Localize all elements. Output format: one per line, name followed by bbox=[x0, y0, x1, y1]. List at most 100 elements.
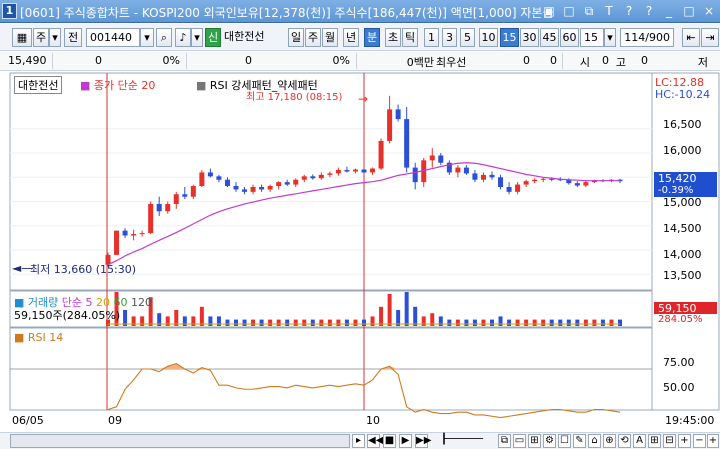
tool-icon[interactable]: ⧉ bbox=[498, 434, 511, 448]
tool-icon[interactable]: ⚙ bbox=[543, 434, 556, 448]
interval-10[interactable]: 10 bbox=[479, 28, 498, 47]
code-dropdown-icon[interactable]: ▾ bbox=[140, 28, 154, 47]
tool-icon[interactable]: ▭ bbox=[513, 434, 526, 448]
amount-value: 0백만 bbox=[406, 56, 434, 69]
quote-info-row: 15,490 0 0% 0 0% 0백만 최우선 0 0 시 0 고 0 저 bbox=[0, 52, 720, 71]
close-icon[interactable]: × bbox=[701, 3, 717, 19]
min-icon[interactable]: _ bbox=[661, 3, 677, 19]
count-input[interactable]: 114/900 bbox=[620, 28, 674, 47]
interval-5[interactable]: 5 bbox=[460, 28, 475, 47]
tab-minute[interactable]: 분 bbox=[364, 28, 380, 47]
interval-45[interactable]: 45 bbox=[540, 28, 559, 47]
restore-icon[interactable]: ? bbox=[621, 3, 637, 19]
text-tool-icon[interactable]: A bbox=[633, 434, 646, 448]
stop-icon[interactable]: ■ bbox=[383, 434, 396, 448]
tool-icon[interactable]: ✎ bbox=[573, 434, 586, 448]
rsi-label-text: RSI 14 bbox=[27, 331, 64, 344]
expand-icon[interactable]: ⊞ bbox=[648, 434, 661, 448]
stock-name: 대한전선 bbox=[224, 30, 265, 43]
interval-input[interactable]: 15 bbox=[580, 28, 604, 47]
speaker-icon[interactable]: ♪ bbox=[175, 28, 191, 47]
tool-icon[interactable]: ☐ bbox=[558, 434, 571, 448]
tool-icon[interactable]: ⊞ bbox=[528, 434, 541, 448]
stock-code-input[interactable]: 001440 bbox=[86, 28, 140, 47]
type-dropdown-icon[interactable]: ▾ bbox=[49, 28, 61, 47]
zoom-in-icon[interactable]: ⇥ bbox=[701, 28, 719, 47]
volume-bar bbox=[609, 319, 614, 326]
candle-body bbox=[506, 187, 512, 192]
candle-body bbox=[387, 109, 393, 141]
stock-label-box[interactable]: 대한전선 bbox=[14, 76, 63, 94]
volume-bar bbox=[464, 319, 469, 326]
tab-month[interactable]: 월 bbox=[322, 28, 338, 47]
volume-bar bbox=[216, 316, 221, 326]
xaxis-time-label: 19:45:00 bbox=[665, 414, 715, 427]
volume-pct: 0% bbox=[332, 54, 350, 67]
candle-body bbox=[216, 176, 222, 180]
volume-bar bbox=[131, 316, 136, 326]
interval-dropdown-icon[interactable]: ▾ bbox=[604, 28, 616, 47]
tab-day[interactable]: 일 bbox=[288, 28, 304, 47]
plus-icon[interactable]: + bbox=[678, 434, 691, 448]
candle-body bbox=[310, 176, 316, 179]
interval-60[interactable]: 60 bbox=[560, 28, 579, 47]
rsi-tick-75: 75.00 bbox=[663, 356, 695, 369]
search-icon[interactable]: ⌕ bbox=[156, 28, 172, 47]
volume-bar bbox=[276, 319, 281, 326]
interval-3[interactable]: 3 bbox=[442, 28, 457, 47]
candle-body bbox=[327, 173, 333, 175]
zoom-slider[interactable]: ┠────── bbox=[432, 434, 492, 448]
forward-icon[interactable]: ▶▶ bbox=[415, 434, 431, 448]
window-number-badge: 1 bbox=[2, 3, 17, 19]
interval-30[interactable]: 30 bbox=[520, 28, 539, 47]
help-icon[interactable]: ? bbox=[641, 3, 657, 19]
collapse-icon[interactable]: ⊟ bbox=[663, 434, 676, 448]
candle-body bbox=[293, 179, 299, 185]
rewind-icon[interactable]: ◀◀ bbox=[367, 434, 383, 448]
play-icon[interactable]: ▶ bbox=[399, 434, 412, 448]
max-icon[interactable]: □ bbox=[681, 3, 697, 19]
img-icon[interactable]: ▣ bbox=[541, 3, 557, 19]
ma-label: ■ 종가 단순 20 bbox=[80, 79, 156, 92]
whole-button[interactable]: 전 bbox=[64, 28, 82, 47]
candle-body bbox=[190, 186, 196, 197]
volume-value: 0 bbox=[245, 54, 252, 67]
tool-icon[interactable]: ⟲ bbox=[618, 434, 631, 448]
scroll-right-icon[interactable]: ▸ bbox=[352, 434, 365, 448]
copy-icon[interactable]: ⧉ bbox=[581, 3, 597, 19]
open-value: 0 bbox=[602, 54, 609, 67]
tool-icon[interactable]: ⊕ bbox=[603, 434, 616, 448]
tab-second[interactable]: 초 bbox=[385, 28, 401, 47]
grid-icon[interactable]: ▦ bbox=[12, 28, 32, 47]
tab-year[interactable]: 년 bbox=[343, 28, 359, 47]
interval-1[interactable]: 1 bbox=[424, 28, 439, 47]
high-label: 고 bbox=[615, 56, 626, 69]
price-tick: 15,000 bbox=[663, 196, 702, 209]
add-icon[interactable]: + bbox=[707, 434, 719, 448]
zoom-out-icon[interactable]: ⇤ bbox=[682, 28, 700, 47]
text-icon[interactable]: T bbox=[601, 3, 617, 19]
rect-icon[interactable]: □ bbox=[561, 3, 577, 19]
chart-area[interactable]: 대한전선 ■ 종가 단순 20 ■ RSI 강세패턴_약세패턴 최고 17,18… bbox=[0, 72, 720, 432]
tool-icon[interactable]: ⌂ bbox=[588, 434, 601, 448]
current-price-value: 15,490 bbox=[8, 54, 47, 67]
interval-15[interactable]: 15 bbox=[500, 28, 519, 47]
volume-bar bbox=[447, 319, 452, 326]
xaxis-label: 06/05 bbox=[12, 414, 44, 427]
tab-week[interactable]: 주 bbox=[305, 28, 321, 47]
stock-chart-svg[interactable] bbox=[0, 72, 720, 432]
tab-tick[interactable]: 틱 bbox=[402, 28, 418, 47]
speaker-dropdown-icon[interactable]: ▾ bbox=[191, 28, 203, 47]
volume-bar bbox=[182, 316, 187, 326]
best-bid-label: 최우선 bbox=[436, 56, 467, 69]
minus-icon[interactable]: − bbox=[693, 434, 706, 448]
volume-bar bbox=[259, 319, 264, 326]
volume-bar bbox=[472, 319, 477, 326]
type-select[interactable]: 주 bbox=[33, 28, 49, 47]
candle-body bbox=[242, 189, 248, 192]
candle-body bbox=[182, 194, 188, 197]
candle-body bbox=[455, 167, 461, 173]
candle-body bbox=[352, 169, 358, 172]
candle-body bbox=[165, 203, 171, 212]
horizontal-scrollbar[interactable] bbox=[10, 434, 350, 448]
